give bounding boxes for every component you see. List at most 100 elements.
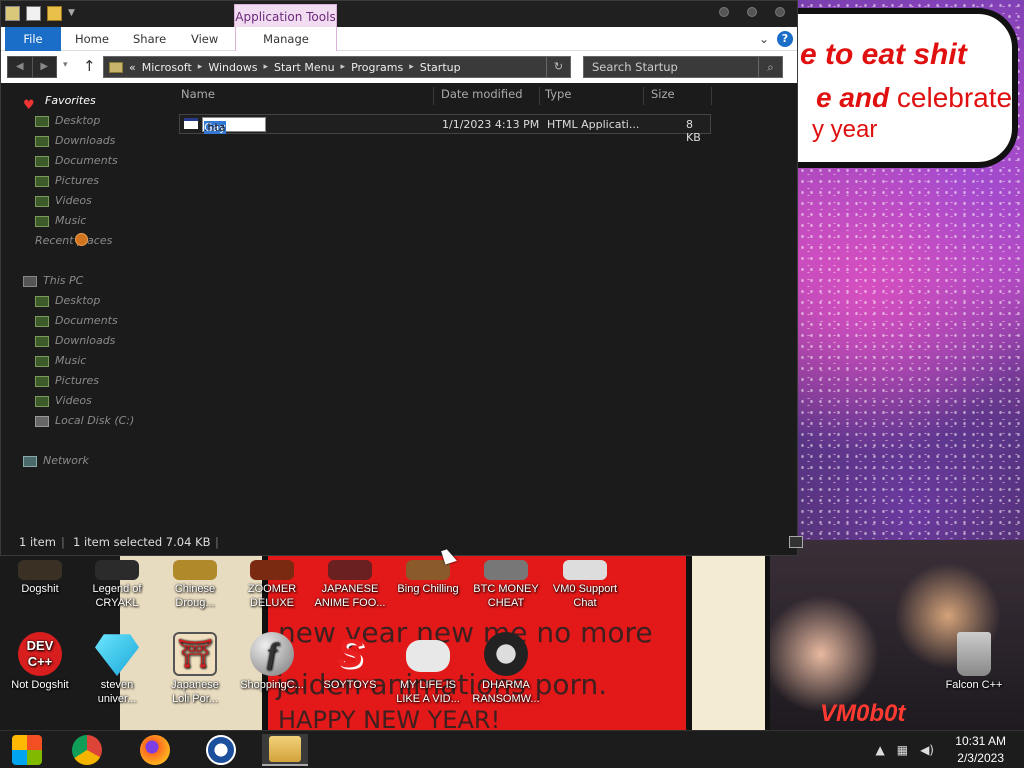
breadcrumb-microsoft[interactable]: Microsoft bbox=[142, 61, 192, 74]
desktop-icon-dharma-ransomware[interactable]: DHARMA RANSOMW... bbox=[466, 632, 546, 706]
desktop-icon-btc-money-cheat[interactable]: BTC MONEY CHEAT bbox=[466, 560, 546, 610]
address-bar[interactable]: « Microsoft ▸ Windows ▸ Start Menu ▸ Progra… bbox=[103, 56, 571, 78]
column-headers: Name Date modified Type Size bbox=[177, 87, 712, 105]
large-icons-view-icon[interactable] bbox=[789, 536, 803, 548]
wallpaper-text: e and celebrate bbox=[816, 82, 1013, 113]
refresh-icon[interactable]: ↻ bbox=[546, 57, 570, 77]
nav-fav-recent-places[interactable]: Recent places bbox=[35, 231, 112, 251]
desktop-icon-my-life-video-game[interactable]: MY LIFE IS LIKE A VID... bbox=[388, 632, 468, 706]
desktop-icon-not-dogshit[interactable]: DEV C++ Not Dogshit bbox=[0, 632, 80, 692]
nav-pc-local-disk[interactable]: Local Disk (C:) bbox=[35, 411, 134, 431]
nav-pc-desktop[interactable]: Desktop bbox=[35, 291, 100, 311]
recent-locations-icon[interactable]: ▾ bbox=[63, 60, 68, 70]
desktop-icon-bing-chilling[interactable]: Bing Chilling bbox=[388, 560, 468, 596]
s-logo-icon: S bbox=[336, 632, 364, 676]
desktop-icon-vm0-support-chat[interactable]: VM0 Support Chat bbox=[545, 560, 625, 610]
breadcrumb-startup[interactable]: Startup bbox=[420, 61, 461, 74]
tab-share[interactable]: Share bbox=[121, 27, 178, 51]
desktop-icon-chinese-drougs[interactable]: Chinese Droug... bbox=[155, 560, 235, 610]
nav-pc-videos[interactable]: Videos bbox=[35, 391, 92, 411]
taskbar-firefox[interactable] bbox=[132, 734, 178, 766]
column-type[interactable]: Type bbox=[545, 87, 571, 101]
desktop-icon-japanese-anime[interactable]: JAPANESE ANIME FOO... bbox=[310, 560, 390, 610]
desktop-icon-zoomer-deluxe[interactable]: ZOOMER DELUXE bbox=[232, 560, 312, 610]
desktop-icon-soytoys[interactable]: S SOYTOYS bbox=[310, 632, 390, 692]
show-hidden-icons-icon[interactable]: ▲ bbox=[876, 743, 885, 757]
obama-logo-icon bbox=[206, 735, 236, 765]
clock-time: 10:31 AM bbox=[955, 734, 1006, 748]
search-icon[interactable]: ⌕ bbox=[758, 57, 782, 77]
flash-icon: f bbox=[250, 632, 294, 676]
back-button[interactable]: ◀ bbox=[8, 57, 33, 77]
nav-pc-downloads[interactable]: Downloads bbox=[35, 331, 115, 351]
properties-icon[interactable] bbox=[26, 6, 41, 21]
start-button[interactable] bbox=[4, 734, 50, 766]
maximize-button[interactable] bbox=[747, 7, 757, 17]
breadcrumb-overflow[interactable]: « bbox=[129, 61, 136, 74]
nav-fav-downloads[interactable]: Downloads bbox=[35, 131, 115, 151]
desktop-icon-falcon-cpp[interactable]: Falcon C++ bbox=[934, 632, 1014, 692]
expand-ribbon-icon[interactable]: ⌄ bbox=[759, 32, 769, 46]
close-button[interactable] bbox=[775, 7, 785, 17]
new-folder-icon[interactable] bbox=[47, 6, 62, 21]
wallpaper-watermark: VM0b0t bbox=[820, 700, 906, 727]
breadcrumb-windows[interactable]: Windows bbox=[208, 61, 257, 74]
desktop-icon bbox=[35, 295, 49, 307]
rename-input[interactable]: Gay .hta bbox=[202, 117, 266, 134]
skull-icon bbox=[484, 632, 528, 676]
selection-info: 1 item selected 7.04 KB bbox=[73, 535, 211, 549]
nav-fav-desktop[interactable]: Desktop bbox=[35, 111, 100, 131]
taskbar-chrome[interactable] bbox=[64, 734, 110, 766]
search-input[interactable]: Search Startup ⌕ bbox=[583, 56, 783, 78]
title-bar[interactable]: ▼ Application Tools bbox=[1, 1, 797, 28]
desktop-icon-shopping[interactable]: f ShoppingC... bbox=[232, 632, 312, 692]
breadcrumb-programs[interactable]: Programs bbox=[351, 61, 403, 74]
nav-pc-music[interactable]: Music bbox=[35, 351, 86, 371]
breadcrumb-start-menu[interactable]: Start Menu bbox=[274, 61, 335, 74]
up-arrow-icon[interactable]: ↑ bbox=[83, 57, 96, 75]
devcpp-icon: DEV C++ bbox=[18, 632, 62, 676]
status-bar: 1 item | 1 item selected 7.04 KB | bbox=[1, 529, 803, 555]
file-explorer-window[interactable]: ▼ Application Tools File Home Share View… bbox=[0, 0, 803, 556]
videos-icon bbox=[35, 395, 49, 407]
nav-fav-music[interactable]: Music bbox=[35, 211, 86, 231]
wallpaper-text: y year bbox=[812, 116, 878, 143]
tab-home[interactable]: Home bbox=[63, 27, 121, 51]
system-clock[interactable]: 10:31 AM 2/3/2023 bbox=[955, 733, 1006, 767]
volume-icon[interactable]: ◀) bbox=[920, 743, 934, 757]
music-icon bbox=[35, 215, 49, 227]
chevron-down-icon[interactable]: ▼ bbox=[68, 6, 78, 21]
nav-favorites[interactable]: ♥ Favorites bbox=[23, 91, 96, 113]
nav-pc-pictures[interactable]: Pictures bbox=[35, 371, 99, 391]
desktop-icon-dogshit[interactable]: Dogshit bbox=[0, 560, 80, 596]
firefox-icon bbox=[140, 735, 170, 765]
tab-file[interactable]: File bbox=[5, 27, 61, 51]
nav-network[interactable]: Network bbox=[23, 451, 89, 471]
wallpaper-speech-bubble: e to eat shit e and celebrate y year bbox=[788, 8, 1018, 168]
pictures-icon bbox=[35, 175, 49, 187]
nav-this-pc[interactable]: This PC bbox=[23, 271, 83, 291]
desktop-icon-japanese-loli[interactable]: ⛩ Japanese Loli Por... bbox=[155, 632, 235, 706]
taskbar-file-explorer[interactable] bbox=[262, 734, 308, 766]
folder-icon[interactable] bbox=[5, 6, 20, 21]
nav-pc-documents[interactable]: Documents bbox=[35, 311, 118, 331]
network-icon[interactable]: ▦ bbox=[897, 743, 908, 757]
desktop-icon-legend-of-cryakl[interactable]: Legend of CRYAKL bbox=[77, 560, 157, 610]
file-row[interactable]: Gay .hta 1/1/2023 4:13 PM HTML Applicati.… bbox=[179, 114, 711, 144]
diamond-icon bbox=[95, 634, 139, 676]
column-size[interactable]: Size bbox=[651, 87, 675, 101]
nav-fav-documents[interactable]: Documents bbox=[35, 151, 118, 171]
taskbar-obama-app[interactable] bbox=[198, 734, 244, 766]
address-row: ◀ ▶ ▾ ↑ « Microsoft ▸ Windows ▸ Start Menu… bbox=[1, 51, 797, 83]
desktop-icon-steven-universe[interactable]: steven univer... bbox=[77, 632, 157, 706]
tab-view[interactable]: View bbox=[179, 27, 230, 51]
minimize-button[interactable] bbox=[719, 7, 729, 17]
tab-manage[interactable]: Manage bbox=[235, 27, 337, 51]
column-date-modified[interactable]: Date modified bbox=[441, 87, 523, 101]
column-name[interactable]: Name bbox=[181, 87, 215, 101]
nav-fav-pictures[interactable]: Pictures bbox=[35, 171, 99, 191]
gamepad-icon bbox=[406, 640, 450, 672]
nav-fav-videos[interactable]: Videos bbox=[35, 191, 92, 211]
help-icon[interactable]: ? bbox=[777, 31, 793, 47]
forward-button[interactable]: ▶ bbox=[33, 57, 57, 77]
